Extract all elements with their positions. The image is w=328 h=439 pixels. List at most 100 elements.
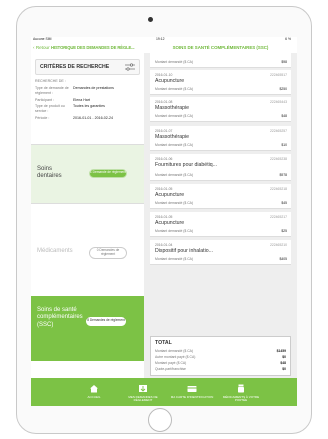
category-complementary-care[interactable]: Soins de santé complémentaires (SSC) 8 D…	[31, 296, 144, 361]
total-summary: TOTAL Montant demandé ($ CA) $1459 Autre…	[150, 336, 291, 376]
claim-service: Acupuncture	[155, 77, 185, 84]
total-value: $0	[282, 367, 286, 371]
app-screen: Aucune SIM 19:12 6 % ‹ Retour HISTORIQUE…	[31, 37, 297, 406]
tab-label: MES DEMANDES DE RÈGLEMENT	[128, 395, 158, 403]
tab-label: MA CARTE D'IDENTIFICATION	[170, 395, 214, 399]
claim-amount-label: Montant demandé ($ CA)	[155, 201, 194, 205]
criteria-value: 2016-01-01 - 2016-02-24	[73, 115, 113, 120]
claim-amount: $98	[281, 60, 287, 64]
criteria-label: Type de demande de règlement :	[35, 86, 69, 95]
claim-date: 2016-01-05	[155, 215, 173, 219]
claim-amount: $250	[279, 87, 287, 91]
claim-service: Acupuncture	[155, 219, 185, 226]
claim-service: Massothérapie	[155, 133, 190, 140]
claim-date: 2016-01-06	[155, 157, 173, 161]
search-criteria-panel: CRITÈRES DE RECHERCHE RECHERCHE DE : Typ…	[35, 59, 140, 120]
total-label: Autre montant payé ($ CA)	[155, 355, 196, 359]
claim-amount: $45	[281, 201, 287, 205]
left-title: HISTORIQUE DES DEMANDES DE RÈGLE...	[51, 45, 135, 50]
category-dental[interactable]: Soins dentaires 1 Demande de règlement	[31, 144, 144, 204]
claims-count-badge: 8 Demandes de règlement	[86, 317, 126, 326]
claim-amount: $25	[281, 229, 287, 233]
total-value: $48	[280, 361, 286, 365]
claim-date: 2016-01-07	[155, 129, 173, 133]
claim-row[interactable]: Montant demandé ($ CA) $98	[150, 53, 291, 68]
claim-amount-label: Montant demandé ($ CA)	[155, 143, 194, 147]
claim-amount: $48	[281, 114, 287, 118]
claim-id: 222465218	[270, 187, 287, 191]
claim-amount-label: Montant demandé ($ CA)	[155, 229, 194, 233]
claims-icon	[139, 385, 147, 392]
claim-service: Dispositif pour inhalatio...	[155, 247, 213, 254]
criteria-row: Type de demande de règlement : Demandes …	[35, 86, 140, 95]
criteria-row: Période : 2016-01-01 - 2016-02-24	[35, 116, 140, 120]
claims-count-badge: 1 Demande de règlement	[89, 169, 127, 178]
total-label: Montant payé ($ CA)	[155, 361, 187, 365]
total-value: $1459	[276, 349, 286, 353]
criteria-label: Participant :	[35, 97, 54, 102]
claim-amount: $405	[279, 257, 287, 261]
claim-id: 222465443	[270, 100, 287, 104]
criteria-value: Elena Hart	[73, 97, 90, 102]
claim-amount-label: Montant demandé ($ CA)	[155, 257, 194, 261]
claim-id: 222465210	[270, 243, 287, 247]
nav-left: ‹ Retour HISTORIQUE DES DEMANDES DE RÈGL…	[31, 42, 144, 53]
back-button[interactable]: ‹ Retour	[33, 45, 50, 50]
total-value: $0	[282, 355, 286, 359]
category-title: Soins dentaires	[37, 166, 62, 180]
claims-count-badge: 0 Demandes de règlement	[89, 247, 127, 260]
home-button[interactable]	[148, 408, 172, 432]
tab-claims[interactable]: MES DEMANDES DE RÈGLEMENT	[121, 378, 165, 406]
claim-row[interactable]: 2016-01-07 222465257 Massothérapie Monta…	[150, 126, 291, 151]
claim-service: Massothérapie	[155, 104, 190, 111]
criteria-heading: CRITÈRES DE RECHERCHE	[40, 64, 110, 70]
claim-date: 2016-01-08	[155, 100, 173, 104]
filter-sliders-icon[interactable]	[125, 63, 135, 71]
camera-dot	[148, 17, 153, 22]
claim-amount: $978	[279, 173, 287, 177]
claim-date: 2016-01-04	[155, 243, 173, 247]
total-label: Quote-part/franchise	[155, 367, 186, 371]
home-icon	[90, 385, 98, 393]
tab-id-card[interactable]: MA CARTE D'IDENTIFICATION	[170, 378, 214, 406]
claim-service: Fournitures pour diabétiq...	[155, 161, 217, 168]
claim-row[interactable]: 2016-01-08 222465443 Massothérapie Monta…	[150, 97, 291, 122]
criteria-value: Demandes de prestations	[73, 86, 114, 91]
claim-row[interactable]: 2016-01-06 222465238 Fournitures pour di…	[150, 154, 291, 181]
claim-amount-label: Montant demandé ($ CA)	[155, 60, 194, 64]
claim-id: 222465517	[270, 73, 287, 77]
criteria-label: Type de produit ou service :	[35, 104, 65, 113]
back-label: Retour	[35, 45, 50, 50]
claim-service: Acupuncture	[155, 191, 185, 198]
left-pane: CRITÈRES DE RECHERCHE RECHERCHE DE : Typ…	[31, 53, 145, 378]
claim-id: 222465217	[270, 215, 287, 219]
claim-amount: $10	[281, 143, 287, 147]
claim-row[interactable]: 2016-01-05 222465217 Acupuncture Montant…	[150, 212, 291, 237]
total-label: Montant demandé ($ CA)	[155, 349, 194, 353]
right-pane: Montant demandé ($ CA) $98 2016-01-10 22…	[144, 53, 297, 378]
criteria-header[interactable]: CRITÈRES DE RECHERCHE	[35, 59, 140, 75]
claim-amount-label: Montant demandé ($ CA)	[155, 114, 194, 118]
claim-date: 2016-01-10	[155, 73, 173, 77]
claim-id: 222465257	[270, 129, 287, 133]
tab-label: ACCUEIL	[87, 395, 101, 399]
claim-row[interactable]: 2016-01-05 222465218 Acupuncture Montant…	[150, 184, 291, 209]
pharmacy-icon	[238, 384, 244, 393]
right-title: SOINS DE SANTÉ COMPLÉMENTAIRES (SSC)	[172, 45, 269, 50]
nav-right: SOINS DE SANTÉ COMPLÉMENTAIRES (SSC)	[144, 42, 297, 53]
category-medications[interactable]: Médicaments 0 Demandes de règlement	[31, 236, 144, 268]
tab-medications[interactable]: MÉDICAMENTS À VOTRE PORTÉE	[219, 378, 263, 406]
claim-row[interactable]: 2016-01-04 222465210 Dispositif pour inh…	[150, 240, 291, 265]
claim-row[interactable]: 2016-01-10 222465517 Acupuncture Montant…	[150, 70, 291, 95]
claim-amount-label: Montant demandé ($ CA)	[155, 173, 194, 177]
criteria-subheading: RECHERCHE DE :	[35, 79, 66, 83]
criteria-value: Toutes les garanties	[73, 104, 105, 109]
category-title: Médicaments	[37, 248, 73, 254]
claim-date: 2016-01-05	[155, 187, 173, 191]
claim-id: 222465238	[270, 157, 287, 161]
card-icon	[187, 386, 197, 392]
bottom-tab-bar: ACCUEIL MES DEMANDES DE RÈGLEMENT MA CAR…	[31, 378, 297, 406]
criteria-row: Participant : Elena Hart	[35, 98, 140, 102]
tab-label: MÉDICAMENTS À VOTRE PORTÉE	[222, 395, 260, 403]
tab-home[interactable]: ACCUEIL	[72, 378, 116, 406]
